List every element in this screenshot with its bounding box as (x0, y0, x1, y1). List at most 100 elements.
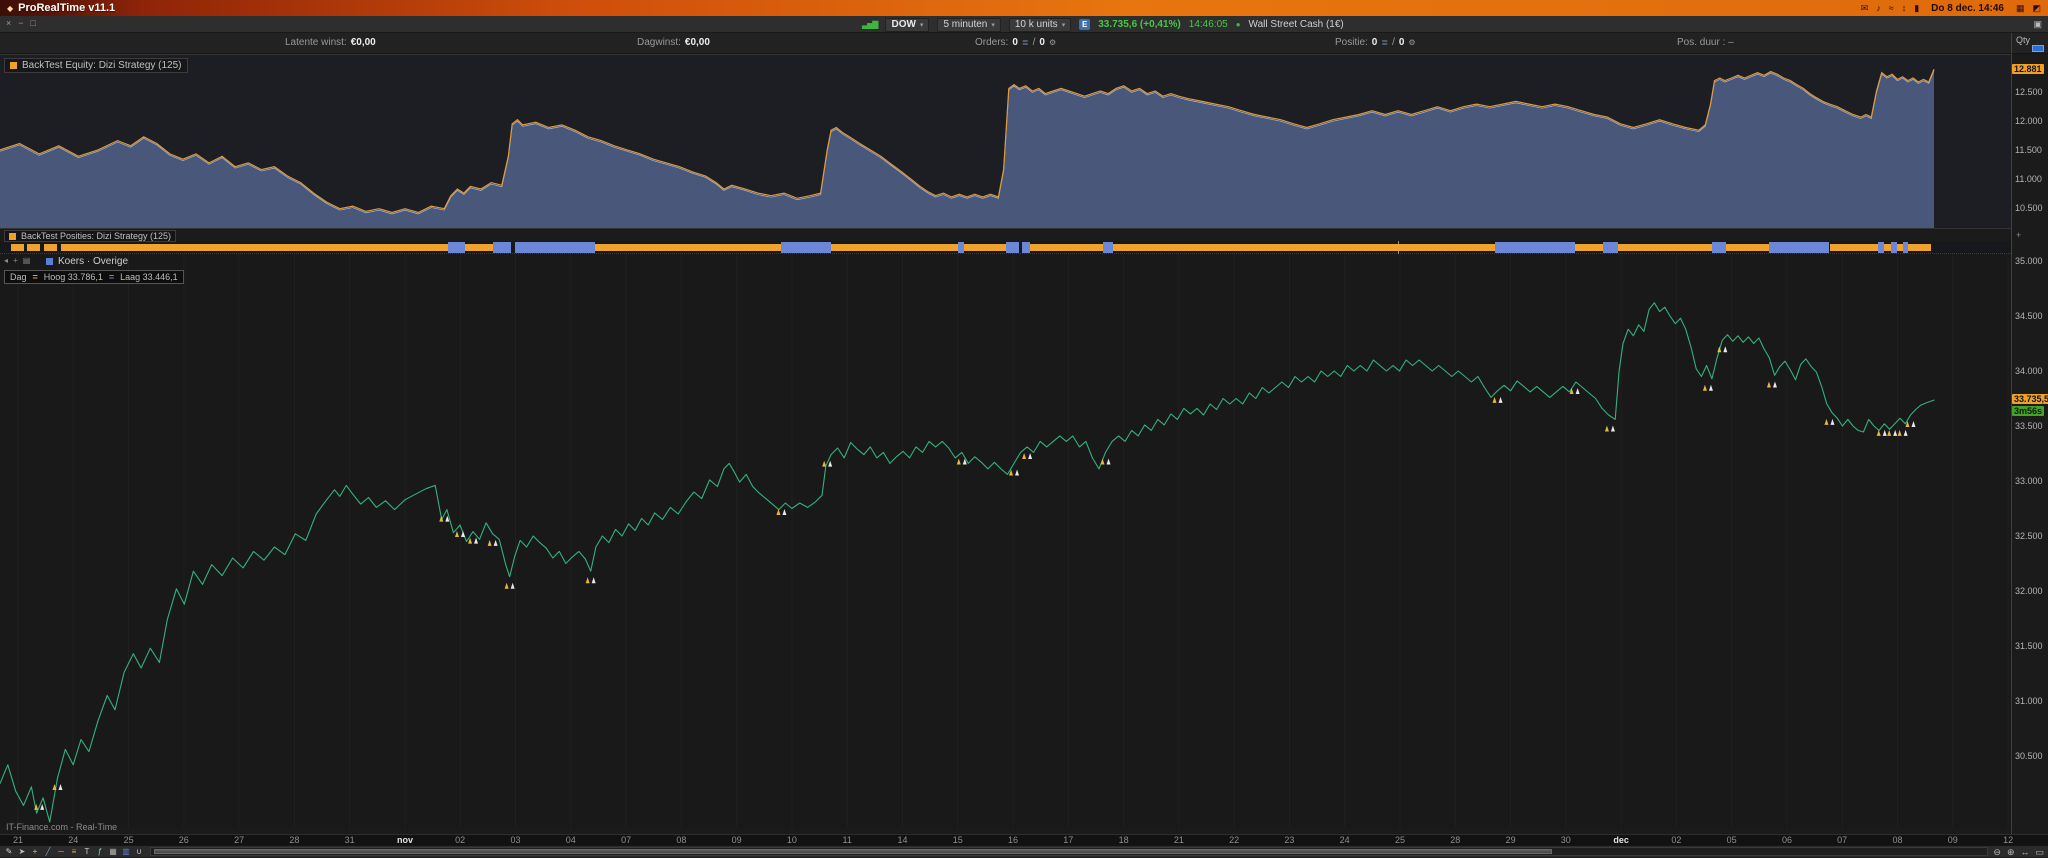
indicator-tool-icon[interactable]: ƒ (94, 846, 106, 858)
instrument-dropdown[interactable]: DOW ▾ (885, 17, 930, 32)
date-axis-label: 09 (731, 835, 742, 845)
backtest-equity-panel[interactable]: BackTest Equity: Dizi Strategy (125) (0, 54, 2011, 229)
timeframe-label: 5 minuten (943, 19, 988, 30)
positions-panel-legend[interactable]: BackTest Posities: Dizi Strategy (125) (4, 230, 177, 242)
orders-list-icon[interactable]: ≣ (1022, 38, 1029, 47)
strategy-color-icon (9, 232, 16, 240)
equity-panel-legend[interactable]: BackTest Equity: Dizi Strategy (125) (4, 58, 188, 73)
long-position-segment (1907, 244, 1932, 251)
date-axis-label: 05 (1726, 835, 1737, 845)
trade-marker-icon (1015, 469, 1020, 476)
equity-chart-svg[interactable] (0, 55, 2011, 229)
price-legend[interactable]: Koers · Overige (46, 256, 128, 267)
short-position-segment (1006, 242, 1020, 253)
date-axis-label: 25 (1394, 835, 1406, 845)
price-chart-svg[interactable] (0, 254, 2011, 828)
zoom-out-icon[interactable]: ⊖ (1993, 847, 2001, 858)
latent-profit-group: Latente winst: €0,00 (285, 37, 376, 48)
short-position-segment (781, 242, 832, 253)
close-window-icon[interactable]: × (6, 18, 11, 28)
select-tool-icon[interactable]: ➤ (16, 846, 28, 858)
trendline-tool-icon[interactable]: ╱ (42, 846, 54, 858)
last-price-time: 14:46:05 (1188, 19, 1228, 30)
chart-scrollbar-track[interactable] (150, 847, 1988, 856)
zone-tool-icon[interactable]: ▥ (120, 846, 132, 858)
network-icon[interactable]: ≈ (1889, 0, 1894, 16)
system-clock: Do 8 dec. 14:46 (1931, 2, 2004, 14)
trade-marker-icon (504, 582, 509, 589)
notifications-icon[interactable]: ▦ (2016, 0, 2025, 16)
pencil-tool-icon[interactable]: ✎ (3, 846, 15, 858)
short-position-segment (1769, 242, 1830, 253)
long-position-segment (1113, 244, 1495, 251)
position-duration-group: Pos. duur : – (1677, 37, 1734, 48)
fibonacci-tool-icon[interactable]: ≡ (68, 846, 80, 858)
positions-strip[interactable] (0, 241, 2011, 254)
panel-link-icon[interactable]: + (2016, 230, 2021, 240)
trade-marker-icon (1876, 429, 1881, 436)
date-axis[interactable]: 21 24 25 26 27 28 31 nov 02 03 04 07 08 09 10 11 14 15 16 1… (0, 834, 2048, 845)
trade-marker-icon (510, 582, 515, 589)
position-list-icon[interactable]: ≣ (1381, 38, 1388, 47)
orders-count-b: 0 (1039, 37, 1045, 48)
date-axis-label: 03 (510, 835, 521, 845)
price-axis-label: 31.000 (2015, 696, 2043, 707)
chevron-down-icon: ▾ (991, 21, 995, 29)
main-toolbar: × − □ ▃▅▇ DOW ▾ 5 minuten ▾ 10 k units ▾ E… (0, 16, 2048, 33)
date-axis-label: 30 (1560, 835, 1571, 845)
trade-marker-icon (1824, 418, 1829, 425)
date-axis-label: 26 (178, 835, 189, 845)
short-position-segment (1021, 242, 1030, 253)
trade-marker-icon (1022, 452, 1027, 459)
date-axis-label: 18 (1118, 835, 1129, 845)
day-low-icon: = (108, 272, 115, 282)
timeframe-dropdown[interactable]: 5 minuten ▾ (937, 17, 1001, 32)
day-high-value: Hoog 33.786,1 (43, 272, 103, 282)
qty-selected-cell[interactable] (2032, 45, 2044, 52)
panel-grid-icon[interactable]: ▤ (23, 256, 31, 265)
date-axis-label: 15 (952, 835, 963, 845)
position-settings-icon[interactable]: ⚙ (1408, 38, 1415, 47)
day-range-box: Dag = Hoog 33.786,1 = Laag 33.446,1 (4, 270, 184, 284)
trade-marker-icon (493, 539, 498, 546)
orders-separator: / (1032, 37, 1036, 48)
zoom-in-icon[interactable]: ⊕ (2007, 847, 2015, 858)
price-axis-column[interactable]: + 12.881 12.500 12.000 11.500 11.000 10.500 35… (2011, 54, 2048, 834)
workspace-icon[interactable]: ◩ (2032, 0, 2041, 16)
orders-settings-icon[interactable]: ⚙ (1049, 38, 1056, 47)
screenshot-icon[interactable]: ▭ (2035, 847, 2044, 858)
panel-add-icon[interactable]: + (13, 256, 18, 265)
battery-icon[interactable]: ▮ (1914, 0, 1919, 16)
trade-marker-icon (1028, 452, 1033, 459)
minimize-window-icon[interactable]: − (18, 18, 23, 28)
updates-icon[interactable]: ↕ (1902, 0, 1907, 16)
volume-icon[interactable]: ♪ (1876, 0, 1881, 16)
magnet-tool-icon[interactable]: ∪ (133, 846, 145, 858)
units-dropdown[interactable]: 10 k units ▾ (1008, 17, 1072, 32)
latent-profit-label: Latente winst: (285, 37, 347, 48)
horizontal-line-tool-icon[interactable]: ─ (55, 846, 67, 858)
tray-icons: ✉ ♪ ≈ ↕ ▮ (1861, 0, 1919, 16)
date-axis-label: 14 (897, 835, 908, 845)
price-chart-panel[interactable]: ◂ + ▤ Koers · Overige Dag = Hoog 33.786,1 … (0, 254, 2011, 828)
mail-icon[interactable]: ✉ (1861, 0, 1869, 16)
instrument-toolbar: ▃▅▇ DOW ▾ 5 minuten ▾ 10 k units ▾ E 33.… (862, 17, 1344, 32)
panel-prev-icon[interactable]: ◂ (4, 256, 8, 265)
trade-marker-icon (1911, 421, 1916, 428)
restore-window-icon[interactable]: □ (31, 18, 36, 28)
crosshair-tool-icon[interactable]: + (29, 846, 41, 858)
trade-marker-icon (1772, 381, 1777, 388)
text-tool-icon[interactable]: T (81, 846, 93, 858)
position-count-b: 0 (1398, 37, 1405, 48)
account-stats-row: Latente winst: €0,00 Dagwinst: €0,00 Ord… (0, 33, 2011, 54)
zoom-fit-icon[interactable]: ↔ (2020, 847, 2029, 857)
long-position-segment (1829, 244, 1878, 251)
trade-marker-icon (1766, 381, 1771, 388)
date-axis-label: 28 (1450, 835, 1461, 845)
price-axis-label: 33.500 (2015, 421, 2043, 432)
quote-board-icon[interactable]: ▃▅▇ (862, 20, 879, 29)
pattern-tool-icon[interactable]: ▦ (107, 846, 119, 858)
chart-settings-icon[interactable]: ▣ (2033, 19, 2042, 30)
chart-scrollbar-thumb[interactable] (154, 849, 1552, 854)
position-group: Positie: 0 ≣ / 0 ⚙ (1335, 37, 1416, 48)
